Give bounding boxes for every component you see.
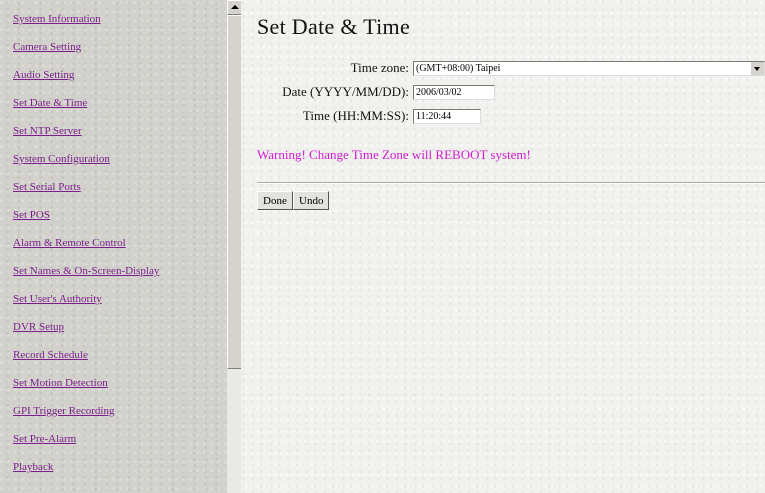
timezone-select[interactable]: (GMT+08:00) Taipei [413,61,765,76]
scroll-thumb[interactable] [227,15,242,369]
nav-item-set-pos[interactable]: Set POS [13,209,50,222]
nav-item-set-serial-ports[interactable]: Set Serial Ports [13,181,81,194]
nav-scrollbar[interactable] [226,0,242,493]
date-input-value: 2006/03/02 [416,87,462,98]
nav-link[interactable]: Set Motion Detection [13,377,108,389]
time-input-value: 11:20:44 [416,111,452,122]
nav-link[interactable]: Set Serial Ports [13,181,81,193]
nav-item-gpi-trigger-recording[interactable]: GPI Trigger Recording [13,405,114,418]
chevron-down-icon[interactable] [750,62,764,75]
nav-item-camera-setting[interactable]: Camera Setting [13,41,81,54]
nav-item-alarm-remote-control[interactable]: Alarm & Remote Control [13,237,126,250]
nav-link[interactable]: DVR Setup [13,321,64,333]
date-input[interactable]: 2006/03/02 [413,85,495,100]
page-title: Set Date & Time [257,14,411,39]
undo-button[interactable]: Undo [293,191,330,210]
nav-link[interactable]: Set POS [13,209,50,221]
nav-link[interactable]: Set NTP Server [13,125,82,137]
done-button[interactable]: Done [257,191,293,210]
nav-item-dvr-setup[interactable]: DVR Setup [13,321,64,334]
nav-item-system-information[interactable]: System Information [13,13,101,26]
warning-message: Warning! Change Time Zone will REBOOT sy… [257,147,531,162]
nav-item-system-configuration[interactable]: System Configuration [13,153,110,166]
timezone-select-value: (GMT+08:00) Taipei [416,63,501,74]
nav-link[interactable]: Alarm & Remote Control [13,237,126,249]
date-label: Date (YYYY/MM/DD): [282,84,409,99]
time-input[interactable]: 11:20:44 [413,109,481,124]
time-row: Time (HH:MM:SS): 11:20:44 [241,108,765,124]
nav-link[interactable]: Set Names & On-Screen-Display [13,265,159,277]
navigation-sidebar: System Information Camera Setting Audio … [0,0,226,493]
nav-item-set-user-authority[interactable]: Set User's Authority [13,293,102,306]
nav-link[interactable]: Audio Setting [13,69,74,81]
nav-link[interactable]: Set Pre-Alarm [13,433,76,445]
nav-link[interactable]: Set Date & Time [13,97,87,109]
nav-link[interactable]: GPI Trigger Recording [13,405,114,417]
nav-link[interactable]: System Configuration [13,153,110,165]
nav-item-audio-setting[interactable]: Audio Setting [13,69,74,82]
main-content: Set Date & Time Time zone: (GMT+08:00) T… [241,0,765,493]
nav-link[interactable]: Record Schedule [13,349,88,361]
nav-link[interactable]: System Information [13,13,101,25]
timezone-row: Time zone: (GMT+08:00) Taipei [241,60,765,76]
nav-link[interactable]: Set User's Authority [13,293,102,305]
nav-item-set-ntp-server[interactable]: Set NTP Server [13,125,82,138]
nav-item-record-schedule[interactable]: Record Schedule [13,349,88,362]
nav-item-set-pre-alarm[interactable]: Set Pre-Alarm [13,433,76,446]
time-label: Time (HH:MM:SS): [302,108,409,123]
nav-link[interactable]: Playback [13,461,53,473]
scroll-up-arrow-icon[interactable] [227,0,242,15]
nav-item-set-names-osd[interactable]: Set Names & On-Screen-Display [13,265,159,278]
nav-item-playback[interactable]: Playback [13,461,53,474]
divider [257,182,765,184]
nav-item-set-date-time[interactable]: Set Date & Time [13,97,87,110]
timezone-label: Time zone: [350,60,409,75]
date-row: Date (YYYY/MM/DD): 2006/03/02 [241,84,765,100]
nav-link[interactable]: Camera Setting [13,41,81,53]
nav-item-set-motion-detection[interactable]: Set Motion Detection [13,377,108,390]
